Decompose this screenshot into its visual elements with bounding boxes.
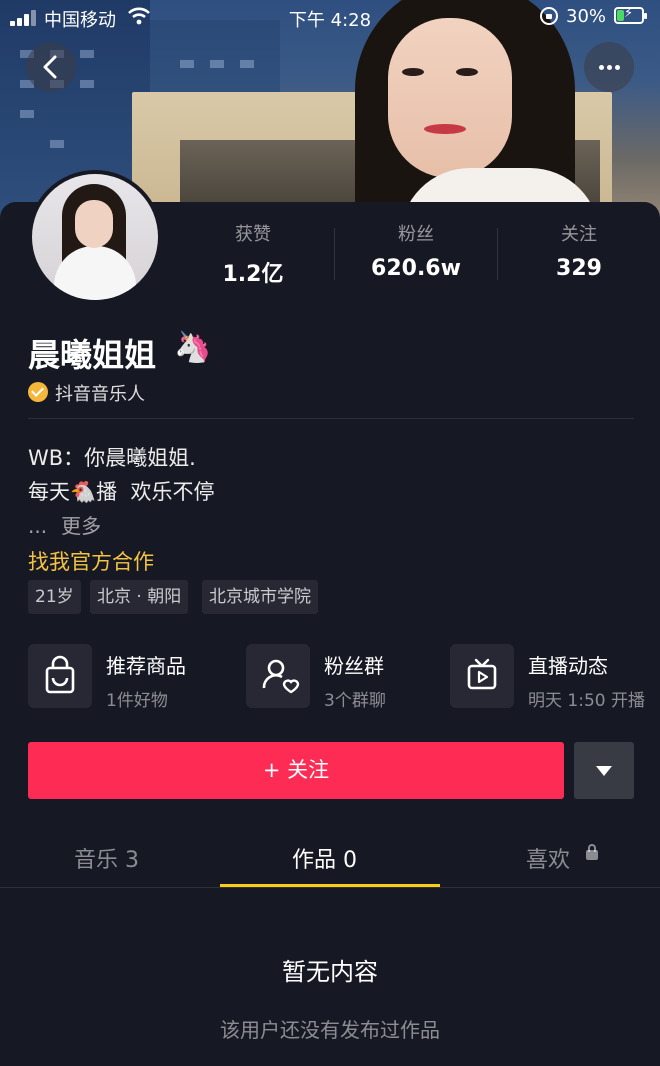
stat-label: 关注 <box>561 224 597 245</box>
tag-school[interactable]: 北京城市学院 <box>202 580 318 614</box>
bio-line: 每天🐔播 欢乐不停 <box>28 480 215 504</box>
battery-level <box>617 10 624 21</box>
feature-subtitle: 1件好物 <box>106 691 168 711</box>
stats-row: 获赞 1.2亿 粉丝 620.6w 关注 329 <box>172 220 660 290</box>
cooperation-link[interactable]: 找我官方合作 <box>28 546 154 576</box>
fan-group-icon <box>246 644 310 708</box>
tab-likes[interactable]: 喜欢 <box>526 842 570 874</box>
follow-button[interactable]: + 关注 <box>28 742 564 799</box>
battery-charging-icon: ⚡ <box>614 6 647 24</box>
bio-line: WB：你晨曦姐姐. <box>28 446 196 470</box>
back-button[interactable] <box>26 42 76 92</box>
status-time: 下午 4:28 <box>288 10 372 31</box>
feature-subtitle: 3个群聊 <box>324 691 386 711</box>
feature-title: 直播动态 <box>528 654 608 678</box>
avatar[interactable] <box>28 170 162 304</box>
stat-likes[interactable]: 获赞 1.2亿 <box>172 220 334 288</box>
profile-name: 晨曦姐姐 <box>28 336 157 374</box>
stat-label: 获赞 <box>235 224 271 245</box>
shopping-bag-icon <box>28 644 92 708</box>
lock-icon <box>586 844 598 860</box>
unicorn-emoji: 🦄 <box>174 330 212 365</box>
divider <box>28 418 634 419</box>
chevron-left-icon <box>43 55 57 79</box>
feature-title: 粉丝群 <box>324 654 384 678</box>
content-tabs: 音乐 3 作品 0 喜欢 <box>0 830 660 888</box>
tag-location[interactable]: 北京 · 朝阳 <box>90 580 189 614</box>
live-tv-icon <box>450 644 514 708</box>
stat-fans[interactable]: 粉丝 620.6w <box>335 220 497 281</box>
status-bar: 中国移动 下午 4:28 30% ⚡ <box>0 0 660 34</box>
empty-state-subtitle: 该用户还没有发布过作品 <box>220 1018 440 1042</box>
feature-title: 推荐商品 <box>106 654 186 678</box>
feature-fan-group[interactable]: 粉丝群 3个群聊 <box>246 644 436 711</box>
divider <box>0 887 660 888</box>
verified-check-icon <box>28 382 48 402</box>
rotation-lock-icon <box>540 7 558 25</box>
empty-state-title: 暂无内容 <box>282 958 378 986</box>
stat-value: 329 <box>556 256 602 281</box>
feature-recommended-products[interactable]: 推荐商品 1件好物 <box>28 644 228 711</box>
tab-works[interactable]: 作品 0 <box>292 842 357 874</box>
verified-label: 抖音音乐人 <box>55 384 145 405</box>
tag-age: 21岁 <box>28 580 81 614</box>
stat-following[interactable]: 关注 329 <box>498 220 660 281</box>
profile-page: 中国移动 下午 4:28 30% ⚡ 获赞 1.2亿 粉丝 620.6w 关注 … <box>0 0 660 1066</box>
chicken-emoji: 🐔 <box>70 480 97 504</box>
stat-value: 620.6w <box>371 256 461 281</box>
bio-more-link[interactable]: 更多 <box>61 514 101 538</box>
more-options-button[interactable] <box>584 42 634 92</box>
feature-subtitle: 明天 1:50 开播 <box>528 691 645 711</box>
battery-percent: 30% <box>566 6 607 27</box>
bio-more[interactable]: ... 更多 <box>28 510 101 539</box>
stat-value: 1.2亿 <box>222 262 284 287</box>
feature-live-status[interactable]: 直播动态 明天 1:50 开播 <box>450 644 655 711</box>
stat-label: 粉丝 <box>398 224 434 245</box>
follow-dropdown-button[interactable] <box>574 742 634 799</box>
tab-music[interactable]: 音乐 3 <box>74 842 139 874</box>
